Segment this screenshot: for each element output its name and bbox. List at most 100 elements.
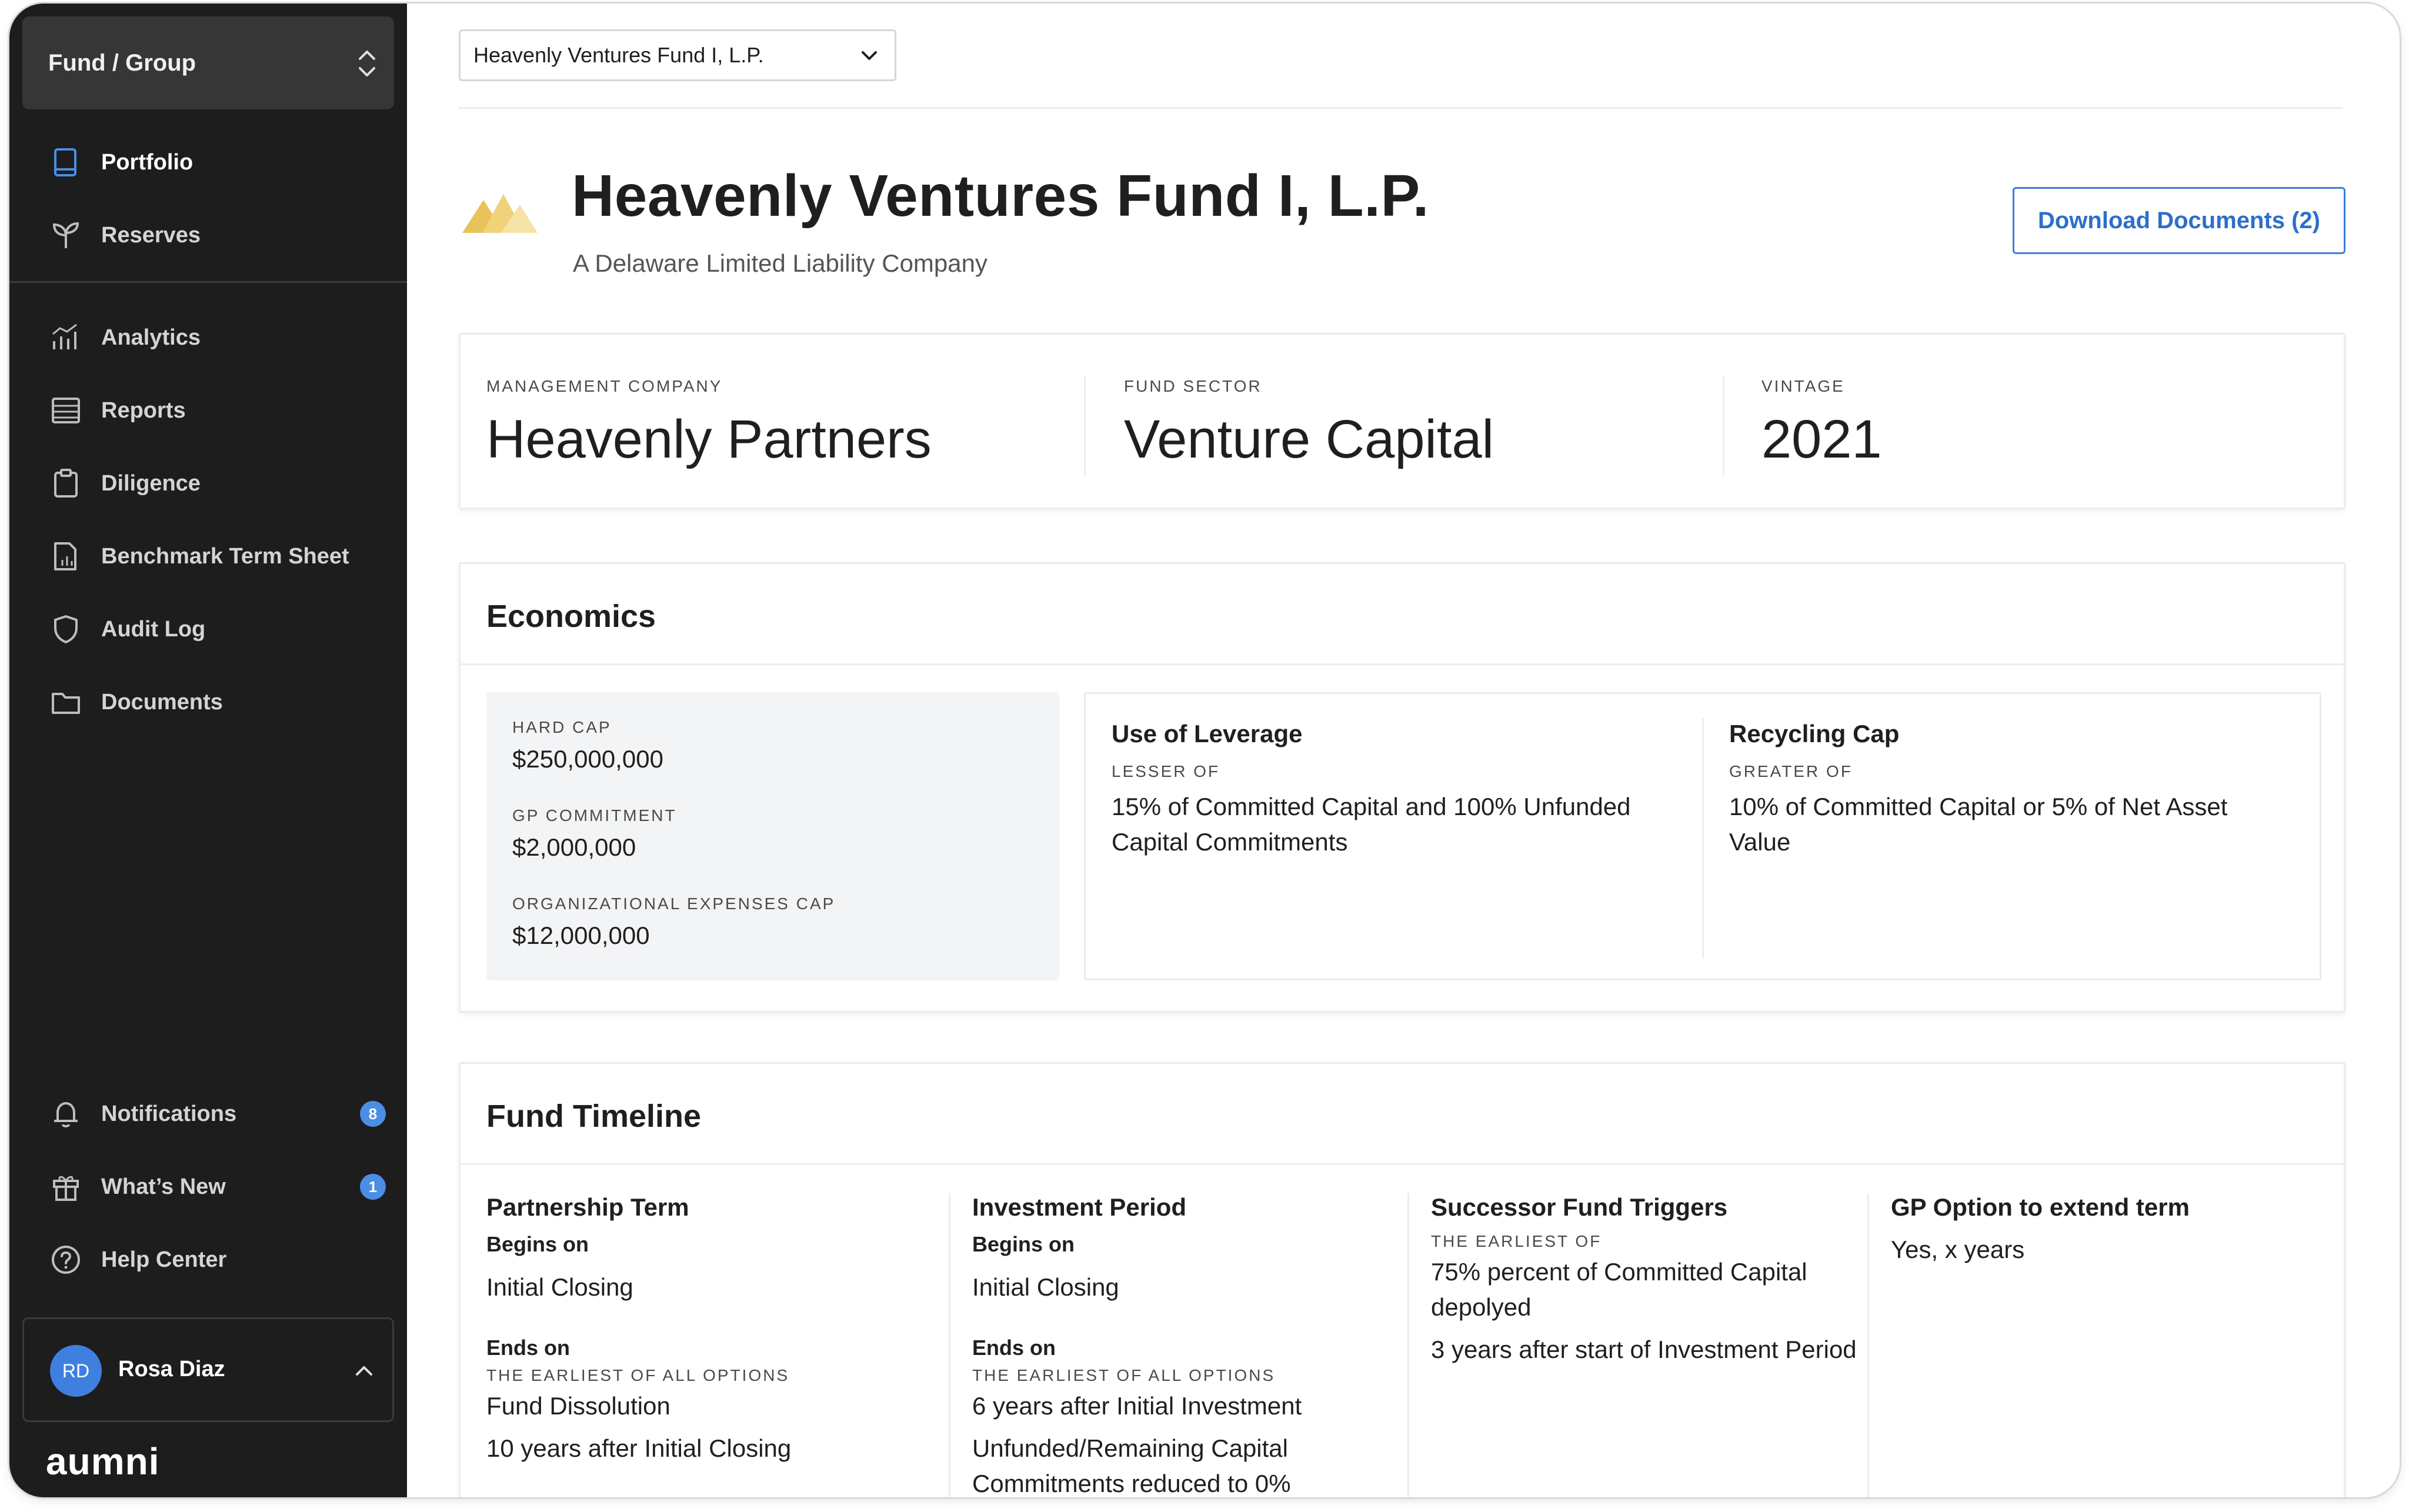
gp-option-title: GP Option to extend term xyxy=(1891,1193,2190,1221)
investment-begins-value: Initial Closing xyxy=(972,1273,1119,1301)
panel-divider xyxy=(1702,717,1704,959)
investment-begins-label: Begins on xyxy=(972,1232,1075,1256)
bell-icon xyxy=(54,1102,78,1127)
clipboard-icon xyxy=(54,469,78,498)
gp-commitment-label: GP COMMITMENT xyxy=(512,806,677,825)
management-company-label: MANAGEMENT COMPANY xyxy=(486,377,723,395)
investment-period: Investment Period Begins on Initial Clos… xyxy=(972,1193,1407,1497)
leverage-qualifier: LESSER OF xyxy=(1112,762,1220,780)
sidebar-item-notifications[interactable]: Notifications 8 xyxy=(9,1084,407,1143)
header-divider xyxy=(459,107,2343,109)
leverage-recycling-panel: Use of Leverage LESSER OF 15% of Committ… xyxy=(1084,692,2321,980)
fund-logo-icon xyxy=(462,194,538,233)
sidebar-divider xyxy=(9,281,407,283)
partnership-title: Partnership Term xyxy=(486,1193,689,1221)
leverage-text: 15% of Committed Capital and 100% Unfund… xyxy=(1112,793,1631,856)
sidebar-item-label: Reserves xyxy=(101,222,201,248)
successor-qualifier: THE EARLIEST OF xyxy=(1431,1232,1602,1250)
sidebar-item-audit-log[interactable]: Audit Log xyxy=(9,600,407,659)
chevron-down-icon xyxy=(862,51,877,60)
page-subtitle: A Delaware Limited Liability Company xyxy=(573,249,987,277)
org-expenses-value: $12,000,000 xyxy=(512,922,650,949)
sidebar-item-reserves[interactable]: Reserves xyxy=(9,206,407,265)
gift-icon xyxy=(53,1176,79,1201)
shield-icon xyxy=(54,615,78,643)
economics-header: Economics xyxy=(461,564,2344,665)
sidebar-item-label: Notifications xyxy=(101,1101,237,1126)
partnership-ends-value: Fund Dissolution xyxy=(486,1392,670,1420)
timeline-heading: Fund Timeline xyxy=(486,1099,702,1134)
leverage-title: Use of Leverage xyxy=(1112,720,1303,747)
vintage: VINTAGE 2021 xyxy=(1736,335,2324,508)
fund-sector-label: FUND SECTOR xyxy=(1124,377,1262,395)
org-expenses-label: ORGANIZATIONAL EXPENSES CAP xyxy=(512,894,836,913)
partnership-ends-label: Ends on xyxy=(486,1336,570,1360)
summary-divider xyxy=(1723,376,1724,476)
sidebar-item-analytics[interactable]: Analytics xyxy=(9,308,407,367)
economics-heading: Economics xyxy=(486,599,656,634)
sidebar-item-benchmark-term-sheet[interactable]: Benchmark Term Sheet xyxy=(9,527,407,586)
chevron-up-down-icon xyxy=(359,51,375,76)
management-company-value: Heavenly Partners xyxy=(486,409,932,469)
fund-dropdown[interactable]: Heavenly Ventures Fund I, L.P. xyxy=(459,29,896,81)
sidebar-item-label: Audit Log xyxy=(101,616,206,642)
fund-timeline-card: Fund Timeline Partnership Term Begins on… xyxy=(459,1062,2345,1497)
investment-ends-value: 6 years after Initial Investment xyxy=(972,1392,1302,1420)
recycling-text: 10% of Committed Capital or 5% of Net As… xyxy=(1729,793,2228,856)
chevron-up-icon xyxy=(356,1366,372,1376)
sidebar-item-label: Help Center xyxy=(101,1247,227,1272)
hard-cap-label: HARD CAP xyxy=(512,718,612,736)
fund-dropdown-value: Heavenly Ventures Fund I, L.P. xyxy=(473,43,764,67)
successor-fund-triggers: Successor Fund Triggers THE EARLIEST OF … xyxy=(1431,1193,1866,1374)
sidebar-item-label: Documents xyxy=(101,689,223,715)
investment-ends-label: Ends on xyxy=(972,1336,1056,1360)
folder-icon xyxy=(52,693,80,714)
table-report-icon xyxy=(52,398,80,423)
brand-logo: aumni xyxy=(46,1440,160,1483)
sidebar-item-label: Benchmark Term Sheet xyxy=(101,543,349,569)
recycling-title: Recycling Cap xyxy=(1729,720,1900,747)
sidebar-item-label: Analytics xyxy=(101,325,201,350)
app-window: Fund / Group Portfolio Reserves Analytic… xyxy=(9,4,2400,1497)
page-title: Heavenly Ventures Fund I, L.P. xyxy=(572,163,1430,229)
partnership-term: Partnership Term Begins on Initial Closi… xyxy=(486,1193,933,1473)
sidebar-item-label: Reports xyxy=(101,398,186,423)
sidebar-item-documents[interactable]: Documents xyxy=(9,673,407,732)
sprout-icon xyxy=(52,222,79,248)
vintage-value: 2021 xyxy=(1761,409,1882,469)
book-icon xyxy=(54,148,76,176)
partnership-ends-qualifier: THE EARLIEST OF ALL OPTIONS xyxy=(486,1366,790,1384)
timeline-divider xyxy=(949,1193,950,1497)
document-chart-icon xyxy=(54,542,76,570)
main-content: Heavenly Ventures Fund I, L.P. Heavenly … xyxy=(407,4,2400,1497)
fund-sector: FUND SECTOR Venture Capital xyxy=(1098,335,1733,508)
timeline-divider xyxy=(1407,1193,1409,1497)
sidebar-item-help-center[interactable]: Help Center xyxy=(9,1230,407,1289)
successor-value: 75% percent of Committed Capital depolye… xyxy=(1431,1258,1807,1321)
management-company: MANAGEMENT COMPANY Heavenly Partners xyxy=(461,335,1096,508)
gp-option-extend-term: GP Option to extend term Yes, x years xyxy=(1891,1193,2326,1274)
capital-summary-panel: HARD CAP $250,000,000 GP COMMITMENT $2,0… xyxy=(486,692,1059,980)
investment-ends-value: Unfunded/Remaining Capital Commitments r… xyxy=(972,1434,1291,1497)
timeline-divider xyxy=(1867,1193,1869,1497)
fund-group-selector[interactable]: Fund / Group xyxy=(22,16,394,109)
avatar: RD xyxy=(50,1345,102,1397)
sidebar-item-whats-new[interactable]: What’s New 1 xyxy=(9,1157,407,1216)
sidebar: Fund / Group Portfolio Reserves Analytic… xyxy=(9,4,407,1497)
sidebar-item-reports[interactable]: Reports xyxy=(9,381,407,440)
sidebar-item-label: What’s New xyxy=(101,1174,226,1199)
recycling-qualifier: GREATER OF xyxy=(1729,762,1853,780)
partnership-begins-value: Initial Closing xyxy=(486,1273,633,1301)
fund-sector-value: Venture Capital xyxy=(1124,409,1494,469)
summary-divider xyxy=(1084,376,1086,476)
sidebar-item-portfolio[interactable]: Portfolio xyxy=(9,133,407,192)
gp-option-value: Yes, x years xyxy=(1891,1236,2025,1263)
download-documents-button[interactable]: Download Documents (2) xyxy=(2013,187,2345,254)
partnership-ends-value: 10 years after Initial Closing xyxy=(486,1434,792,1462)
successor-value: 3 years after start of Investment Period xyxy=(1431,1336,1857,1363)
sidebar-item-diligence[interactable]: Diligence xyxy=(9,454,407,513)
fund-summary-card: MANAGEMENT COMPANY Heavenly Partners FUN… xyxy=(459,333,2345,509)
hard-cap-value: $250,000,000 xyxy=(512,745,663,773)
help-circle-icon xyxy=(52,1246,80,1274)
user-menu[interactable]: RD Rosa Diaz xyxy=(22,1317,394,1422)
